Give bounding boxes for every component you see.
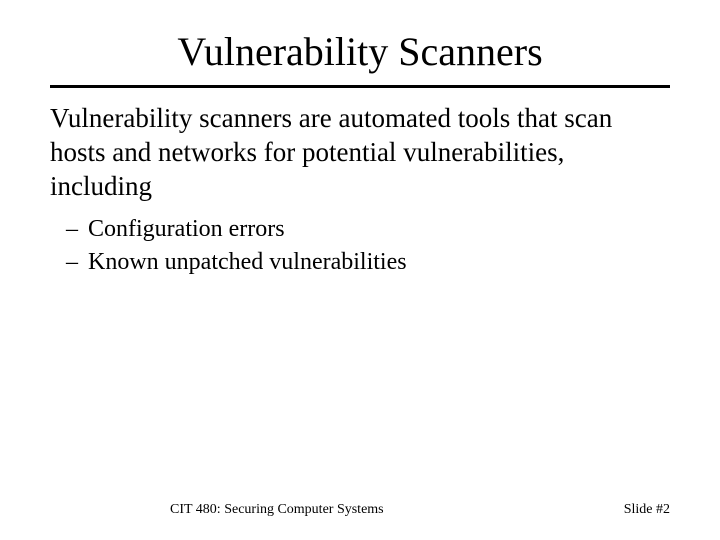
list-item: Known unpatched vulnerabilities [88, 246, 670, 278]
slide-footer: CIT 480: Securing Computer Systems Slide… [0, 502, 720, 518]
footer-course: CIT 480: Securing Computer Systems [170, 502, 384, 518]
slide-container: Vulnerability Scanners Vulnerability sca… [0, 0, 720, 540]
bullet-list: Configuration errors Known unpatched vul… [50, 213, 670, 278]
body-paragraph: Vulnerability scanners are automated too… [50, 102, 670, 203]
slide-title: Vulnerability Scanners [50, 28, 670, 75]
title-divider [50, 85, 670, 88]
footer-slide-number: Slide #2 [624, 502, 670, 518]
list-item: Configuration errors [88, 213, 670, 245]
